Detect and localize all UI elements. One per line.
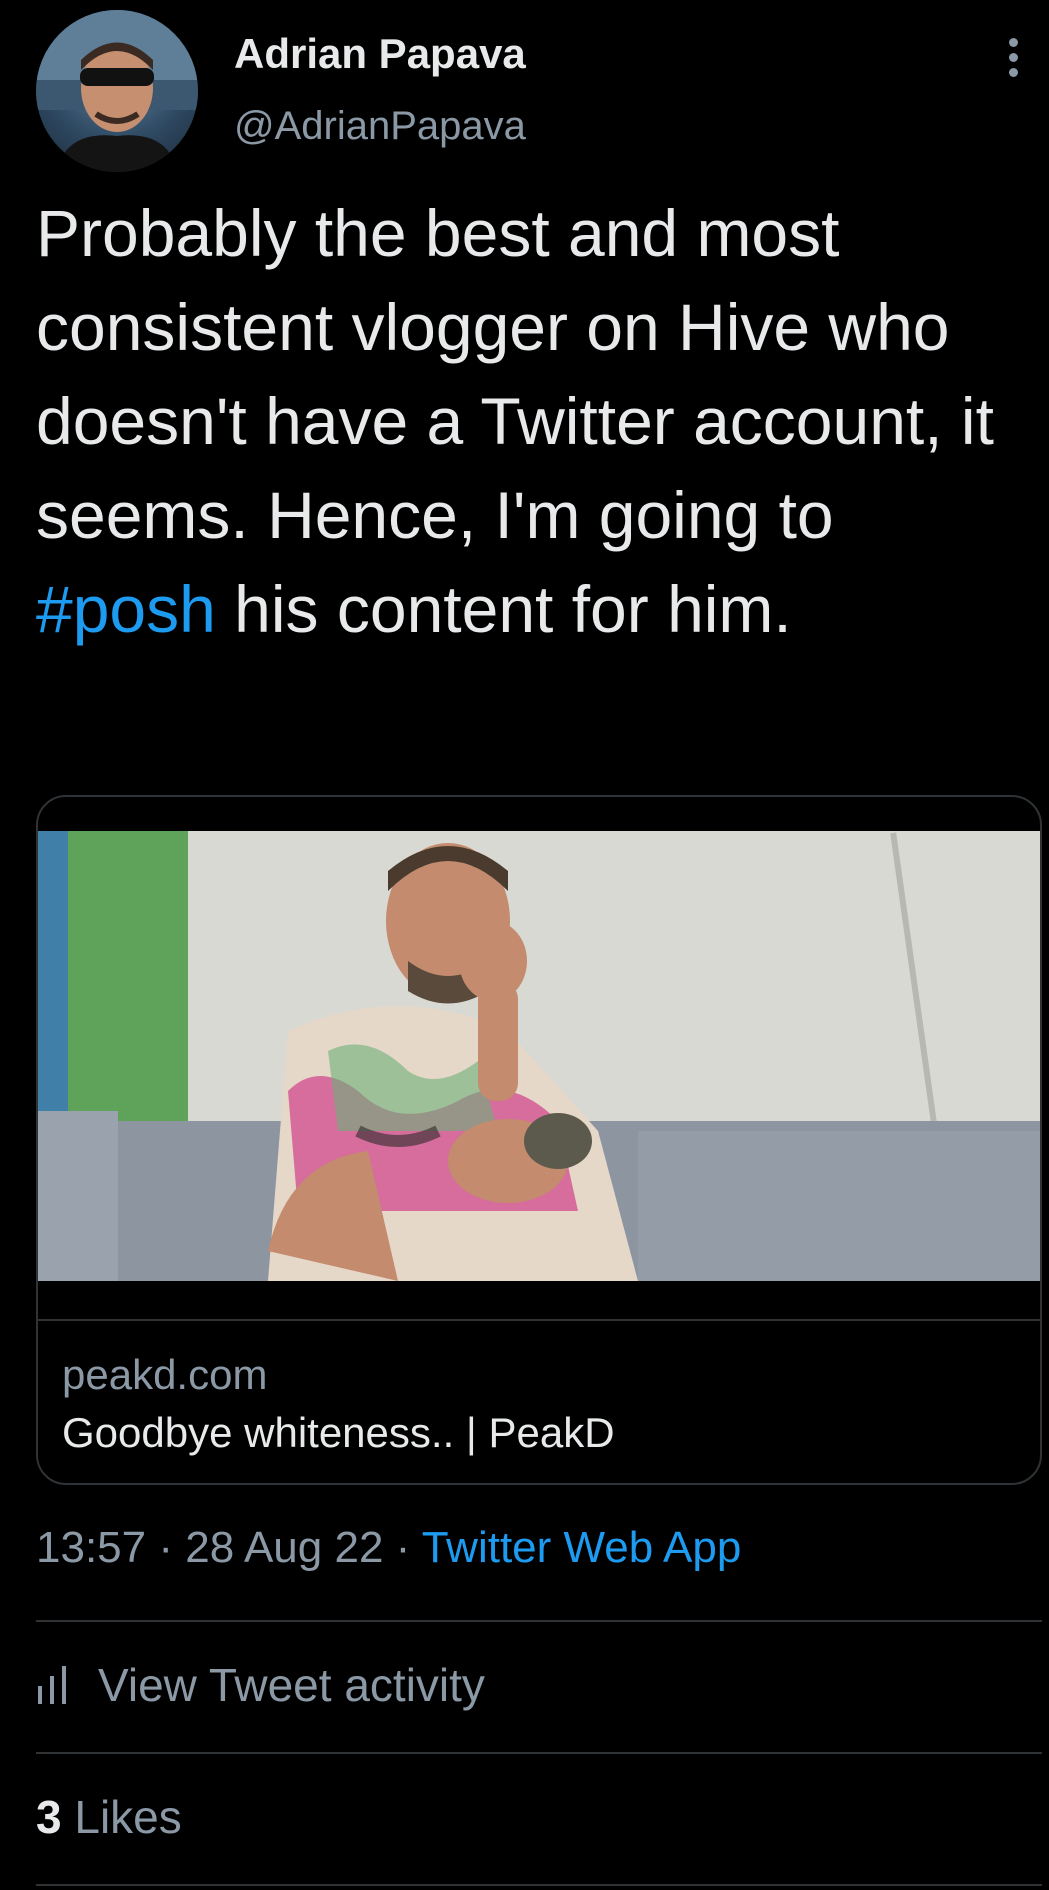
card-image [38, 831, 1040, 1281]
divider [36, 1884, 1042, 1886]
tweet-date[interactable]: 28 Aug 22 [185, 1523, 383, 1572]
divider [36, 1620, 1042, 1622]
tweet-text-after: his content for him. [215, 572, 792, 646]
meta-separator: · [383, 1523, 422, 1572]
card-info[interactable]: peakd.com Goodbye whiteness.. | PeakD [38, 1319, 1040, 1483]
card-title: Goodbye whiteness.. | PeakD [62, 1409, 615, 1456]
more-vertical-icon[interactable] [1006, 38, 1020, 78]
tweet-meta: 13:57 · 28 Aug 22 · Twitter Web App [36, 1523, 741, 1573]
tweet-text: Probably the best and most consistent vl… [36, 186, 1026, 656]
avatar[interactable] [36, 10, 198, 172]
card-domain: peakd.com [62, 1351, 268, 1398]
divider [36, 1752, 1042, 1754]
tweet-text-before: Probably the best and most consistent vl… [36, 196, 994, 552]
view-activity-label: View Tweet activity [98, 1659, 485, 1711]
author-name[interactable]: Adrian Papava [234, 30, 526, 78]
view-activity-button[interactable]: View Tweet activity [36, 1658, 485, 1712]
tweet-time[interactable]: 13:57 [36, 1523, 146, 1572]
tweet-source[interactable]: Twitter Web App [422, 1523, 742, 1572]
link-card[interactable]: peakd.com Goodbye whiteness.. | PeakD [36, 795, 1042, 1485]
likes-label: Likes [74, 1791, 182, 1843]
hashtag-link[interactable]: #posh [36, 572, 216, 646]
meta-separator: · [146, 1523, 186, 1572]
bar-chart-icon [38, 1666, 66, 1704]
likes-number: 3 [36, 1791, 62, 1843]
author-handle[interactable]: @AdrianPapava [234, 104, 526, 149]
likes-count[interactable]: 3 Likes [36, 1790, 182, 1844]
